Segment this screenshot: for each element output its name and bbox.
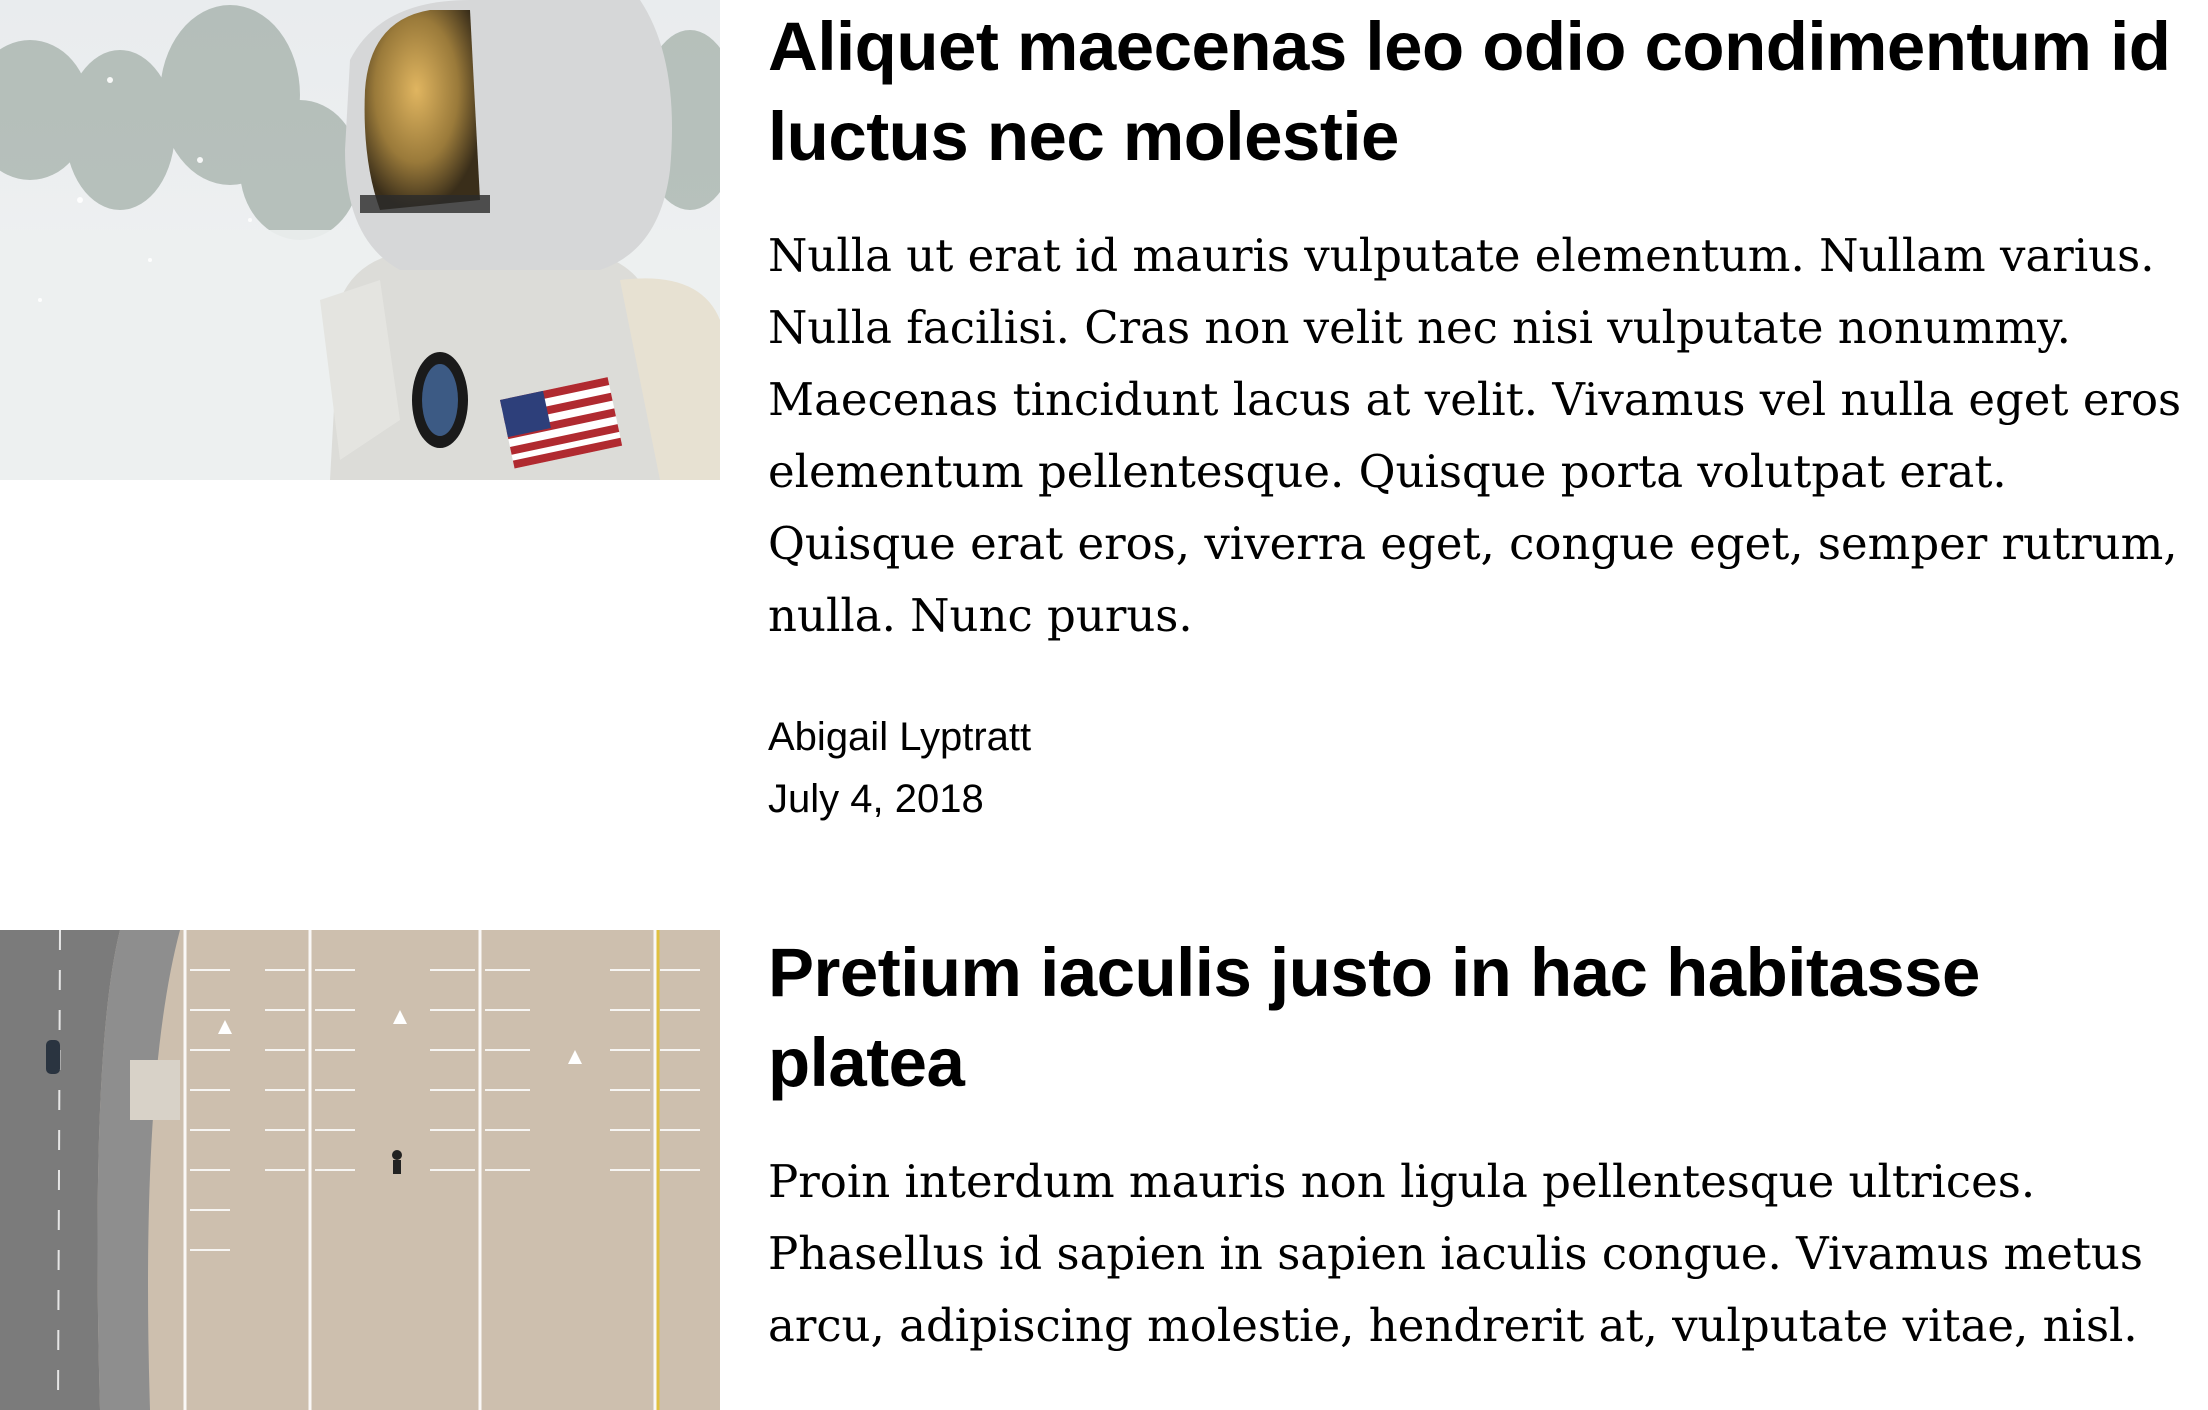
article-date: July 4, 2018 bbox=[768, 777, 984, 821]
article-content: Pretium iaculis justo in hac habitasse p… bbox=[768, 930, 2193, 1362]
article-title[interactable]: Pretium iaculis justo in hac habitasse p… bbox=[768, 928, 2193, 1108]
article-excerpt: Proin interdum mauris non ligula pellent… bbox=[768, 1155, 2143, 1352]
astronaut-image bbox=[0, 0, 720, 480]
article-byline: Abigail Lyptratt July 4, 2018 bbox=[768, 706, 2193, 830]
article-thumbnail-parking-lot[interactable] bbox=[0, 930, 720, 1410]
article-title[interactable]: Aliquet maecenas leo odio condimentum id… bbox=[768, 0, 2193, 182]
article-thumbnail-astronaut[interactable] bbox=[0, 0, 720, 480]
article-content: Aliquet maecenas leo odio condimentum id… bbox=[768, 0, 2193, 830]
article-author: Abigail Lyptratt bbox=[768, 715, 1032, 759]
article-excerpt: Nulla ut erat id mauris vulputate elemen… bbox=[768, 229, 2182, 642]
parking-lot-image bbox=[0, 930, 720, 1410]
